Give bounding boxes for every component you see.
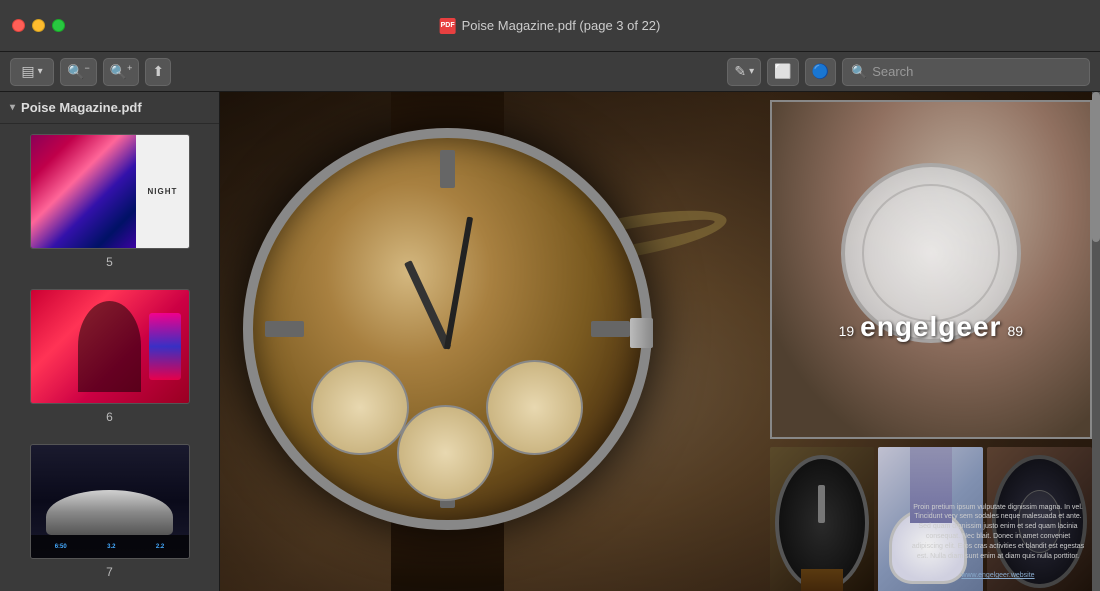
window-title: PDF Poise Magazine.pdf (page 3 of 22) bbox=[440, 18, 661, 34]
brand-overlay: 19 engelgeer 89 bbox=[772, 311, 1090, 343]
share-icon: ⬆ bbox=[152, 63, 164, 80]
watch-crown bbox=[630, 318, 653, 349]
sub-dial-left bbox=[311, 360, 408, 455]
pen-chevron-icon: ▾ bbox=[749, 66, 754, 77]
search-box[interactable]: 🔍 bbox=[842, 58, 1090, 86]
sub-dial-bottom bbox=[397, 405, 494, 500]
hour-hand bbox=[404, 260, 451, 350]
sidebar-chevron-icon: ▾ bbox=[10, 102, 15, 113]
thumbnail-page-6[interactable]: 6 bbox=[0, 279, 219, 434]
thumbnail-label-6: 6 bbox=[106, 410, 113, 424]
bt1-hand bbox=[818, 485, 825, 524]
sidebar-icon: ▤ bbox=[21, 63, 34, 80]
body-text: Proin pretium ipsum vulputate dignissim … bbox=[909, 503, 1086, 562]
inset-inner-ring bbox=[862, 184, 1000, 322]
shape-tool-button[interactable]: ⬜ bbox=[767, 58, 798, 86]
thumbnail-label-7: 7 bbox=[106, 565, 113, 579]
hour-marker-9 bbox=[265, 321, 304, 336]
title-text: Poise Magazine.pdf (page 3 of 22) bbox=[462, 18, 661, 33]
zoom-out-icon: 🔍− bbox=[67, 63, 90, 81]
stat-val-1: 6:50 bbox=[55, 544, 67, 550]
zoom-in-button[interactable]: 🔍+ bbox=[103, 58, 140, 86]
brand-name: engelgeer bbox=[860, 311, 1001, 343]
chevron-down-icon: ▾ bbox=[38, 66, 43, 77]
watch-inset: 19 engelgeer 89 bbox=[770, 100, 1092, 439]
sidebar-title: Poise Magazine.pdf bbox=[21, 100, 142, 115]
pdf-icon: PDF bbox=[440, 18, 456, 34]
title-bar: PDF Poise Magazine.pdf (page 3 of 22) bbox=[0, 0, 1100, 52]
right-panel: 19 engelgeer 89 bbox=[766, 92, 1100, 591]
close-button[interactable] bbox=[12, 19, 25, 32]
watch-case bbox=[243, 128, 651, 530]
shape-icon: ⬜ bbox=[774, 63, 791, 80]
thumbnail-image-6 bbox=[30, 289, 190, 404]
markup-icon: 🔵 bbox=[812, 63, 829, 80]
minute-hand bbox=[444, 216, 473, 349]
hour-marker-12 bbox=[440, 150, 456, 188]
pen-icon: ✎ bbox=[734, 63, 746, 80]
sub-dial-right bbox=[486, 360, 583, 455]
stat-val-2: 3.2 bbox=[107, 544, 115, 550]
search-input[interactable] bbox=[872, 64, 1081, 79]
toolbar: ▤ ▾ 🔍− 🔍+ ⬆ ✎ ▾ ⬜ 🔵 🔍 bbox=[0, 52, 1100, 92]
traffic-lights bbox=[12, 19, 65, 32]
main-watch-container bbox=[220, 92, 713, 591]
website-link: www.engelgeer.website bbox=[961, 572, 1034, 579]
thumbnail-image-5: NIGHT bbox=[30, 134, 190, 249]
thumbnail-image-7: 6:50 3.2 2.2 bbox=[30, 444, 190, 559]
thumbnail-label-5: 5 bbox=[106, 255, 113, 269]
sidebar-header: ▾ Poise Magazine.pdf bbox=[0, 92, 219, 124]
hour-marker-3 bbox=[591, 321, 630, 336]
bottom-thumb-1 bbox=[770, 447, 875, 591]
maximize-button[interactable] bbox=[52, 19, 65, 32]
stat-val-3: 2.2 bbox=[156, 544, 164, 550]
thumbnail-page-5[interactable]: NIGHT 5 bbox=[0, 124, 219, 279]
sidebar: ▾ Poise Magazine.pdf NIGHT 5 bbox=[0, 92, 220, 591]
pen-tool-button[interactable]: ✎ ▾ bbox=[727, 58, 761, 86]
bottom-text-area: Proin pretium ipsum vulputate dignissim … bbox=[899, 503, 1096, 581]
search-icon: 🔍 bbox=[851, 64, 867, 80]
scrollbar-thumb[interactable] bbox=[1092, 92, 1100, 242]
main-area: ▾ Poise Magazine.pdf NIGHT 5 bbox=[0, 92, 1100, 591]
thumb5-night-text: NIGHT bbox=[147, 187, 177, 196]
pdf-page: 19 engelgeer 89 bbox=[220, 92, 1100, 591]
share-button[interactable]: ⬆ bbox=[145, 58, 171, 86]
thumbnail-page-7[interactable]: 6:50 3.2 2.2 7 bbox=[0, 434, 219, 589]
markup-button[interactable]: 🔵 bbox=[805, 58, 836, 86]
minimize-button[interactable] bbox=[32, 19, 45, 32]
scrollbar[interactable] bbox=[1092, 92, 1100, 591]
zoom-out-button[interactable]: 🔍− bbox=[60, 58, 97, 86]
zoom-in-icon: 🔍+ bbox=[110, 63, 133, 81]
content-area: 19 engelgeer 89 bbox=[220, 92, 1100, 591]
brand-num-left: 19 bbox=[839, 323, 855, 339]
brand-num-right: 89 bbox=[1007, 323, 1023, 339]
bt1-strap bbox=[801, 569, 843, 591]
sidebar-toggle-button[interactable]: ▤ ▾ bbox=[10, 58, 54, 86]
